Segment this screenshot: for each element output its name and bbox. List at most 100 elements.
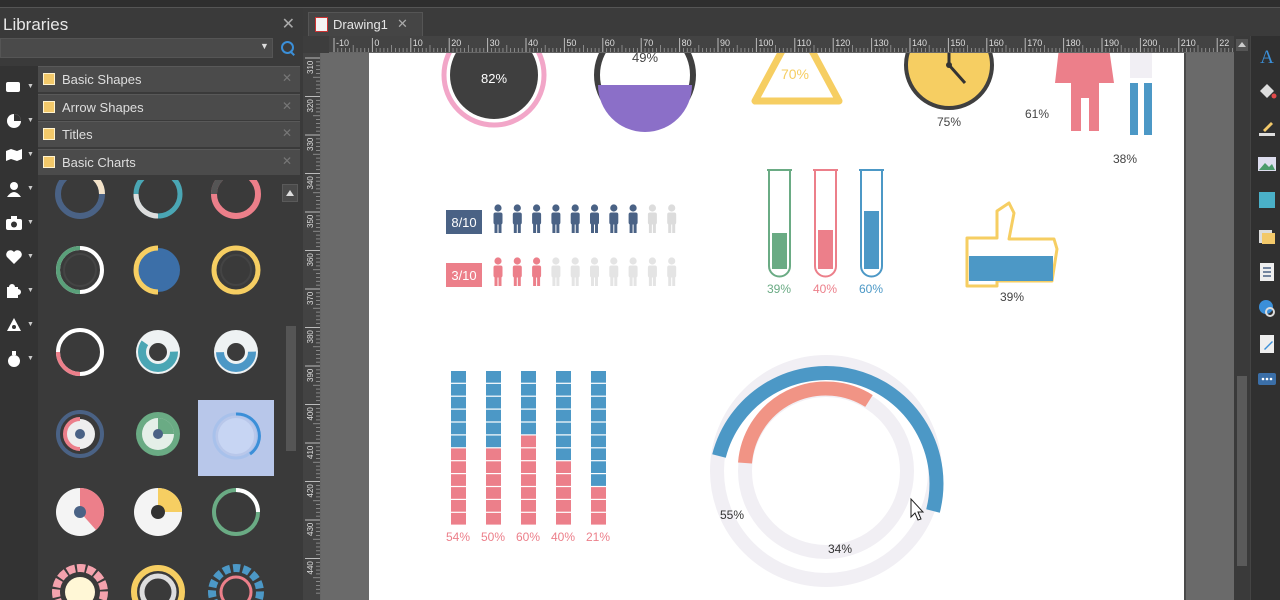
pie-chart-icon[interactable]: ▼ xyxy=(6,110,36,132)
bar-segment xyxy=(486,487,501,499)
close-icon[interactable]: ✕ xyxy=(397,16,408,32)
gallery-scrollbar[interactable] xyxy=(286,326,296,451)
canvas-vertical-scrollbar[interactable] xyxy=(1234,36,1250,600)
heart-icon[interactable]: ▼ xyxy=(6,246,36,268)
close-icon[interactable]: ✕ xyxy=(282,99,292,113)
shape-target-green[interactable] xyxy=(136,412,180,456)
chevron-down-icon[interactable]: ▼ xyxy=(260,41,269,51)
shape-pie-pink[interactable] xyxy=(56,487,105,536)
ruler-label: 320 xyxy=(306,99,315,113)
drawing-canvas[interactable]: 82% 49% 70% 75% 61% 38% 8/10 3/10 39% 40… xyxy=(321,53,1234,600)
bar-segment xyxy=(591,474,606,486)
man-figure[interactable]: 38% xyxy=(1113,53,1152,166)
shape-ring-green[interactable] xyxy=(55,246,104,294)
thumbs-up-gauge[interactable]: 39% xyxy=(965,201,1059,304)
clock-gauge-75[interactable]: 75% xyxy=(904,53,994,129)
gallery-scroll-up[interactable] xyxy=(282,184,298,202)
bar-segment xyxy=(556,474,571,486)
search-icon[interactable] xyxy=(279,38,297,58)
ruler-label: 360 xyxy=(306,253,315,267)
woman-figure[interactable]: 61% xyxy=(1025,53,1114,131)
text-format-icon[interactable]: A xyxy=(1257,48,1277,68)
library-item-titles[interactable]: Titles ✕ xyxy=(38,121,300,147)
shape-ring-white-pink[interactable] xyxy=(56,328,104,376)
hyperlink-icon[interactable] xyxy=(1257,298,1277,318)
shape-ring-yellow[interactable] xyxy=(211,245,261,295)
close-icon[interactable]: ✕ xyxy=(282,154,292,168)
comment-icon[interactable] xyxy=(1257,370,1277,390)
bottle-icon[interactable]: ▼ xyxy=(6,348,36,370)
test-tube-pink[interactable]: 40% xyxy=(813,169,838,296)
shape-ring-navy-yellow[interactable] xyxy=(55,180,105,219)
layers-icon[interactable] xyxy=(1257,226,1277,246)
bar-segment xyxy=(521,435,536,448)
triangle-pct: 70% xyxy=(781,66,809,82)
rectangle-shape-icon[interactable]: ▼ xyxy=(6,76,36,98)
bowl-gauge-49[interactable]: 49% xyxy=(594,53,696,132)
close-icon[interactable]: ✕ xyxy=(282,14,295,34)
shape-ring-light-blue[interactable] xyxy=(212,412,261,460)
shape-ring-green-thin[interactable] xyxy=(212,488,260,536)
camera-icon[interactable]: ▼ xyxy=(6,212,36,234)
tube-pct: 60% xyxy=(859,282,883,296)
puzzle-icon[interactable]: ▼ xyxy=(6,280,36,302)
library-item-basic-shapes[interactable]: Basic Shapes ✕ xyxy=(38,66,300,92)
shape-segmented-ring-blue[interactable] xyxy=(208,564,264,600)
test-tube-blue[interactable]: 60% xyxy=(859,169,884,296)
shape-segmented-ring-pink[interactable] xyxy=(52,564,108,600)
triangle-gauge-70[interactable]: 70% xyxy=(751,53,843,105)
document-edit-icon[interactable] xyxy=(1257,334,1277,354)
donut-gauge[interactable]: 55% 34% xyxy=(710,355,944,587)
page-icon[interactable] xyxy=(1257,262,1277,282)
line-pen-icon[interactable] xyxy=(1257,118,1277,138)
bar-segment xyxy=(486,448,501,461)
ruler-label: 150 xyxy=(950,38,965,48)
bar-segment xyxy=(451,422,466,435)
close-icon[interactable]: ✕ xyxy=(282,126,292,140)
library-item-arrow-shapes[interactable]: Arrow Shapes ✕ xyxy=(38,93,300,120)
scroll-thumb[interactable] xyxy=(1237,376,1247,566)
shape-ring-blue-thick[interactable] xyxy=(214,330,258,374)
close-icon[interactable]: ✕ xyxy=(282,71,292,85)
tube-pct: 39% xyxy=(767,282,791,296)
bar-segment xyxy=(556,422,571,435)
bar-segment xyxy=(556,448,571,461)
library-item-basic-charts[interactable]: Basic Charts ✕ xyxy=(38,148,300,175)
drawing-page[interactable]: 82% 49% 70% 75% 61% 38% 8/10 3/10 39% 40… xyxy=(369,53,1184,600)
shape-ring-teal-thick[interactable] xyxy=(136,330,180,374)
people-pictograph-pink[interactable]: 3/10 xyxy=(446,257,677,287)
bar-segment xyxy=(521,383,536,396)
shape-circle-blue-yellow[interactable] xyxy=(133,245,180,295)
bar-segment xyxy=(521,371,536,383)
bar-segment xyxy=(591,512,606,525)
people-icon[interactable]: ▼ xyxy=(6,178,36,200)
ruler-label: 190 xyxy=(1104,38,1119,48)
library-icon xyxy=(43,73,55,85)
library-search-input[interactable] xyxy=(0,38,273,58)
bar-segment xyxy=(591,371,606,383)
network-icon[interactable]: ▼ xyxy=(6,314,36,336)
bar-segment xyxy=(521,474,536,486)
bar-segment xyxy=(556,487,571,499)
image-icon[interactable] xyxy=(1257,154,1277,174)
library-list: Basic Shapes ✕ Arrow Shapes ✕ Titles ✕ B… xyxy=(38,66,300,176)
shape-ring-pink[interactable] xyxy=(211,180,261,219)
stacked-bar-gauges[interactable] xyxy=(451,371,606,525)
test-tube-green[interactable]: 39% xyxy=(767,169,792,296)
fill-bucket-icon[interactable] xyxy=(1257,82,1277,102)
shape-target-pink[interactable] xyxy=(56,410,104,458)
shape-fill-icon[interactable] xyxy=(1257,190,1277,210)
shape-pie-yellow[interactable] xyxy=(134,488,182,536)
ruler-label: 60 xyxy=(605,38,615,48)
people-pink-label: 3/10 xyxy=(451,268,476,283)
bar-segment xyxy=(556,461,571,473)
scroll-up-arrow[interactable] xyxy=(1236,39,1248,51)
shape-ring-teal[interactable] xyxy=(133,180,183,219)
ruler-label: 0 xyxy=(374,38,379,48)
shape-segmented-ring-yellow[interactable] xyxy=(131,565,185,600)
circle-gauge-82[interactable]: 82% xyxy=(441,53,547,128)
person-icon xyxy=(551,204,561,233)
tab-drawing1[interactable]: Drawing1 ✕ xyxy=(308,12,423,36)
people-pictograph-blue[interactable]: 8/10 xyxy=(446,204,677,234)
map-icon[interactable]: ▼ xyxy=(6,144,36,166)
